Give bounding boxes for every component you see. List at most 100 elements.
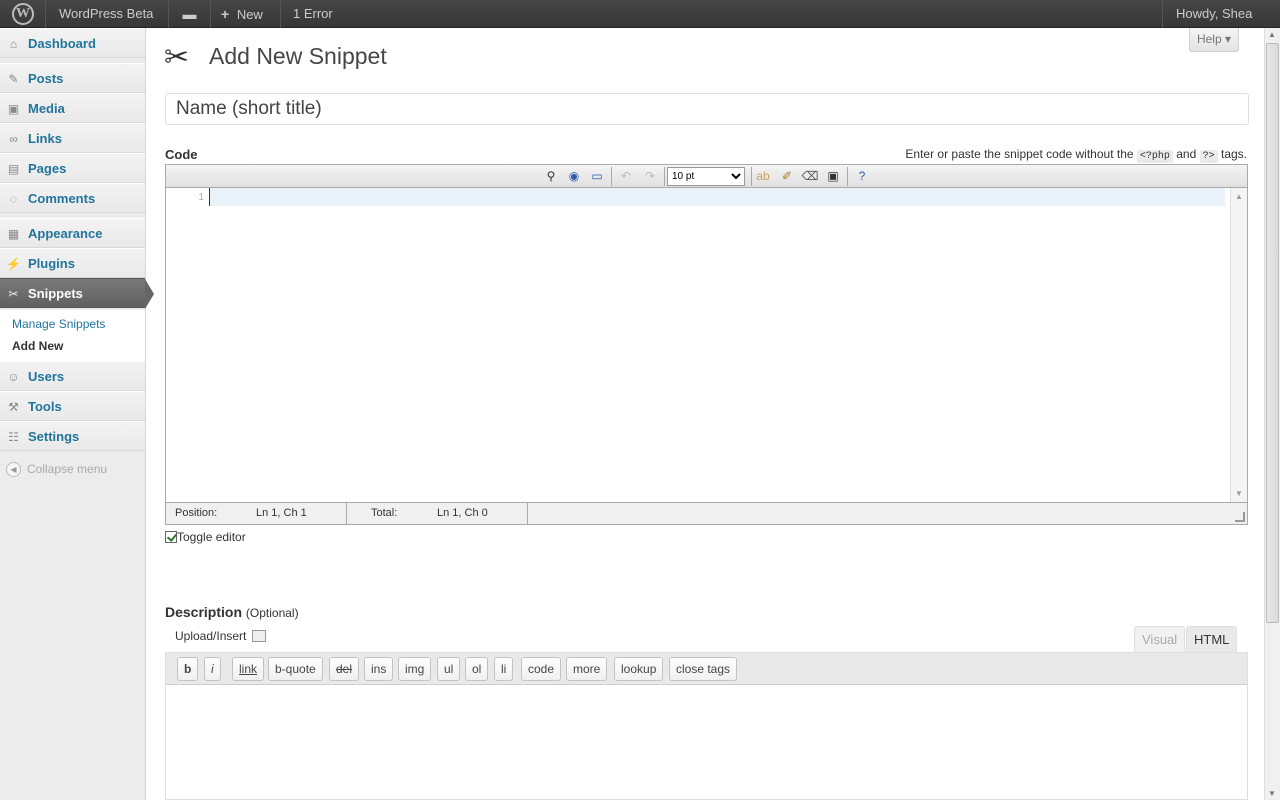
- quicktag-ul-button[interactable]: ul: [437, 657, 461, 681]
- php-close-tag: ?>: [1199, 150, 1218, 163]
- tab-html[interactable]: HTML: [1186, 626, 1238, 652]
- quicktag-img-button[interactable]: img: [398, 657, 432, 681]
- toolbar-divider: [847, 167, 848, 186]
- line-number-gutter: 1: [166, 188, 208, 503]
- sidebar-item-label: Settings: [28, 429, 80, 444]
- site-name-link[interactable]: WordPress Beta: [46, 0, 169, 28]
- error-notice-link[interactable]: 1 Error: [281, 0, 351, 28]
- word-wrap-icon[interactable]: ▣: [823, 167, 843, 186]
- window-scrollbar[interactable]: ▲ ▼: [1264, 28, 1280, 800]
- snippet-name-input[interactable]: [165, 93, 1249, 125]
- pushpin-icon: ✎: [8, 72, 19, 86]
- comment-icon: ◌: [9, 192, 18, 206]
- redo-icon[interactable]: ↷: [640, 167, 660, 186]
- comment-bubble-icon: ▬: [182, 6, 197, 22]
- quicktag-close-tags-button[interactable]: close tags: [669, 657, 738, 681]
- help-icon[interactable]: ?: [852, 167, 872, 186]
- toolbar-divider: [611, 167, 612, 186]
- undo-icon[interactable]: ↶: [616, 167, 636, 186]
- sidebar-item-label: Snippets: [28, 286, 83, 301]
- sidebar-item-comments[interactable]: ◌ Comments: [0, 183, 145, 213]
- scroll-down-icon[interactable]: ▼: [1268, 789, 1276, 798]
- toggle-editor-label: Toggle editor: [177, 530, 246, 544]
- sidebar-item-appearance[interactable]: ▦ Appearance: [0, 218, 145, 248]
- quicktag-lookup-button[interactable]: lookup: [614, 657, 664, 681]
- line-number: 1: [198, 192, 204, 203]
- code-hint-prefix: Enter or paste the snippet code without …: [905, 147, 1134, 161]
- new-content-menu[interactable]: + New: [211, 0, 281, 28]
- admin-sidebar: ⌂ Dashboard ✎ Posts ▣ Media ∞ Links ▤ Pa…: [0, 28, 154, 800]
- sidebar-item-label: Posts: [28, 71, 64, 86]
- toggle-editor-checkbox[interactable]: [165, 531, 177, 543]
- sidebar-item-plugins[interactable]: ⚡ Plugins: [0, 248, 145, 278]
- scroll-down-icon[interactable]: ▼: [1234, 489, 1244, 499]
- users-icon: ☺: [7, 370, 20, 384]
- quicktag-italic-button[interactable]: i: [204, 657, 221, 681]
- media-upload-icon[interactable]: [252, 630, 267, 642]
- wordpress-logo-menu[interactable]: W: [0, 0, 46, 28]
- scroll-up-icon[interactable]: ▲: [1268, 30, 1276, 39]
- sidebar-item-links[interactable]: ∞ Links: [0, 123, 145, 153]
- sidebar-item-label: Comments: [28, 191, 96, 206]
- account-menu[interactable]: Howdy, Shea: [1162, 0, 1280, 28]
- quicktag-more-button[interactable]: more: [566, 657, 608, 681]
- font-size-select[interactable]: 10 pt: [667, 167, 745, 186]
- tab-visual[interactable]: Visual: [1134, 626, 1186, 652]
- editor-scrollbar[interactable]: ▲ ▼: [1230, 188, 1247, 503]
- link-icon: ∞: [9, 132, 18, 146]
- sidebar-item-settings[interactable]: ☷ Settings: [0, 421, 145, 451]
- appearance-icon: ▦: [7, 227, 20, 241]
- description-label: Description (Optional): [165, 604, 299, 620]
- scissors-icon: ✂: [8, 287, 19, 301]
- search-icon[interactable]: ⚲: [541, 167, 561, 186]
- position-label: Position:: [175, 507, 218, 519]
- scissors-icon: ✂: [164, 41, 190, 74]
- plug-icon: ⚡: [6, 257, 21, 271]
- quicktag-bquote-button[interactable]: b-quote: [268, 657, 323, 681]
- sidebar-item-users[interactable]: ☺ Users: [0, 361, 145, 391]
- quicktag-ins-button[interactable]: ins: [364, 657, 394, 681]
- plus-icon: +: [221, 6, 230, 22]
- quicktags-toolbar: b i link b-quote del ins img ul ol li co…: [166, 653, 1247, 685]
- upload-insert-button[interactable]: Upload/Insert: [175, 629, 267, 643]
- code-editor: ⚲ ◉ ▭ ↶ ↷ 10 pt ab ✐ ⌫ ▣ ? 1 ▲ ▼ Positio…: [165, 164, 1248, 525]
- sidebar-item-label: Plugins: [28, 256, 75, 271]
- quicktag-del-button[interactable]: del: [329, 657, 360, 681]
- collapse-menu-button[interactable]: ◀ Collapse menu: [6, 462, 107, 478]
- sidebar-item-label: Links: [28, 131, 62, 146]
- quicktag-bold-button[interactable]: b: [177, 657, 199, 681]
- sidebar-item-posts[interactable]: ✎ Posts: [0, 63, 145, 93]
- sidebar-item-pages[interactable]: ▤ Pages: [0, 153, 145, 183]
- pages-icon: ▤: [7, 162, 20, 176]
- scroll-up-icon[interactable]: ▲: [1234, 192, 1244, 202]
- toggle-editor[interactable]: Toggle editor: [165, 530, 246, 544]
- editor-status-bar: Position: Ln 1, Ch 1 Total: Ln 1, Ch 0: [166, 502, 1247, 524]
- quicktag-link-button[interactable]: link: [232, 657, 265, 681]
- quicktag-code-button[interactable]: code: [521, 657, 562, 681]
- resize-handle[interactable]: [1235, 512, 1245, 522]
- help-button[interactable]: Help ▾: [1189, 28, 1239, 52]
- quicktag-li-button[interactable]: li: [494, 657, 514, 681]
- position-value: Ln 1, Ch 1: [256, 507, 307, 519]
- description-title: Description: [165, 604, 243, 620]
- eraser-icon[interactable]: ⌫: [800, 167, 820, 186]
- highlight-icon[interactable]: ✐: [777, 167, 797, 186]
- code-input-area[interactable]: [209, 188, 1225, 206]
- admin-bar: W WordPress Beta ▬ + New 1 Error Howdy, …: [0, 0, 1280, 28]
- php-open-tag: <?php: [1136, 150, 1173, 163]
- submenu-manage-snippets[interactable]: Manage Snippets: [12, 317, 105, 331]
- sidebar-item-dashboard[interactable]: ⌂ Dashboard: [0, 28, 145, 58]
- total-value: Ln 1, Ch 0: [437, 507, 488, 519]
- comments-menu[interactable]: ▬: [169, 0, 211, 28]
- quicktag-ol-button[interactable]: ol: [465, 657, 489, 681]
- spellcheck-icon[interactable]: ab: [753, 167, 773, 186]
- goto-line-icon[interactable]: ◉: [564, 167, 584, 186]
- fullscreen-icon[interactable]: ▭: [587, 167, 607, 186]
- status-divider: [346, 503, 347, 524]
- sidebar-item-tools[interactable]: ⚒ Tools: [0, 391, 145, 421]
- code-hint: Enter or paste the snippet code without …: [905, 147, 1247, 163]
- sidebar-item-snippets[interactable]: ✂ Snippets: [0, 278, 154, 309]
- scrollbar-thumb[interactable]: [1266, 43, 1279, 623]
- sidebar-item-media[interactable]: ▣ Media: [0, 93, 145, 123]
- submenu-add-new[interactable]: Add New: [12, 339, 63, 353]
